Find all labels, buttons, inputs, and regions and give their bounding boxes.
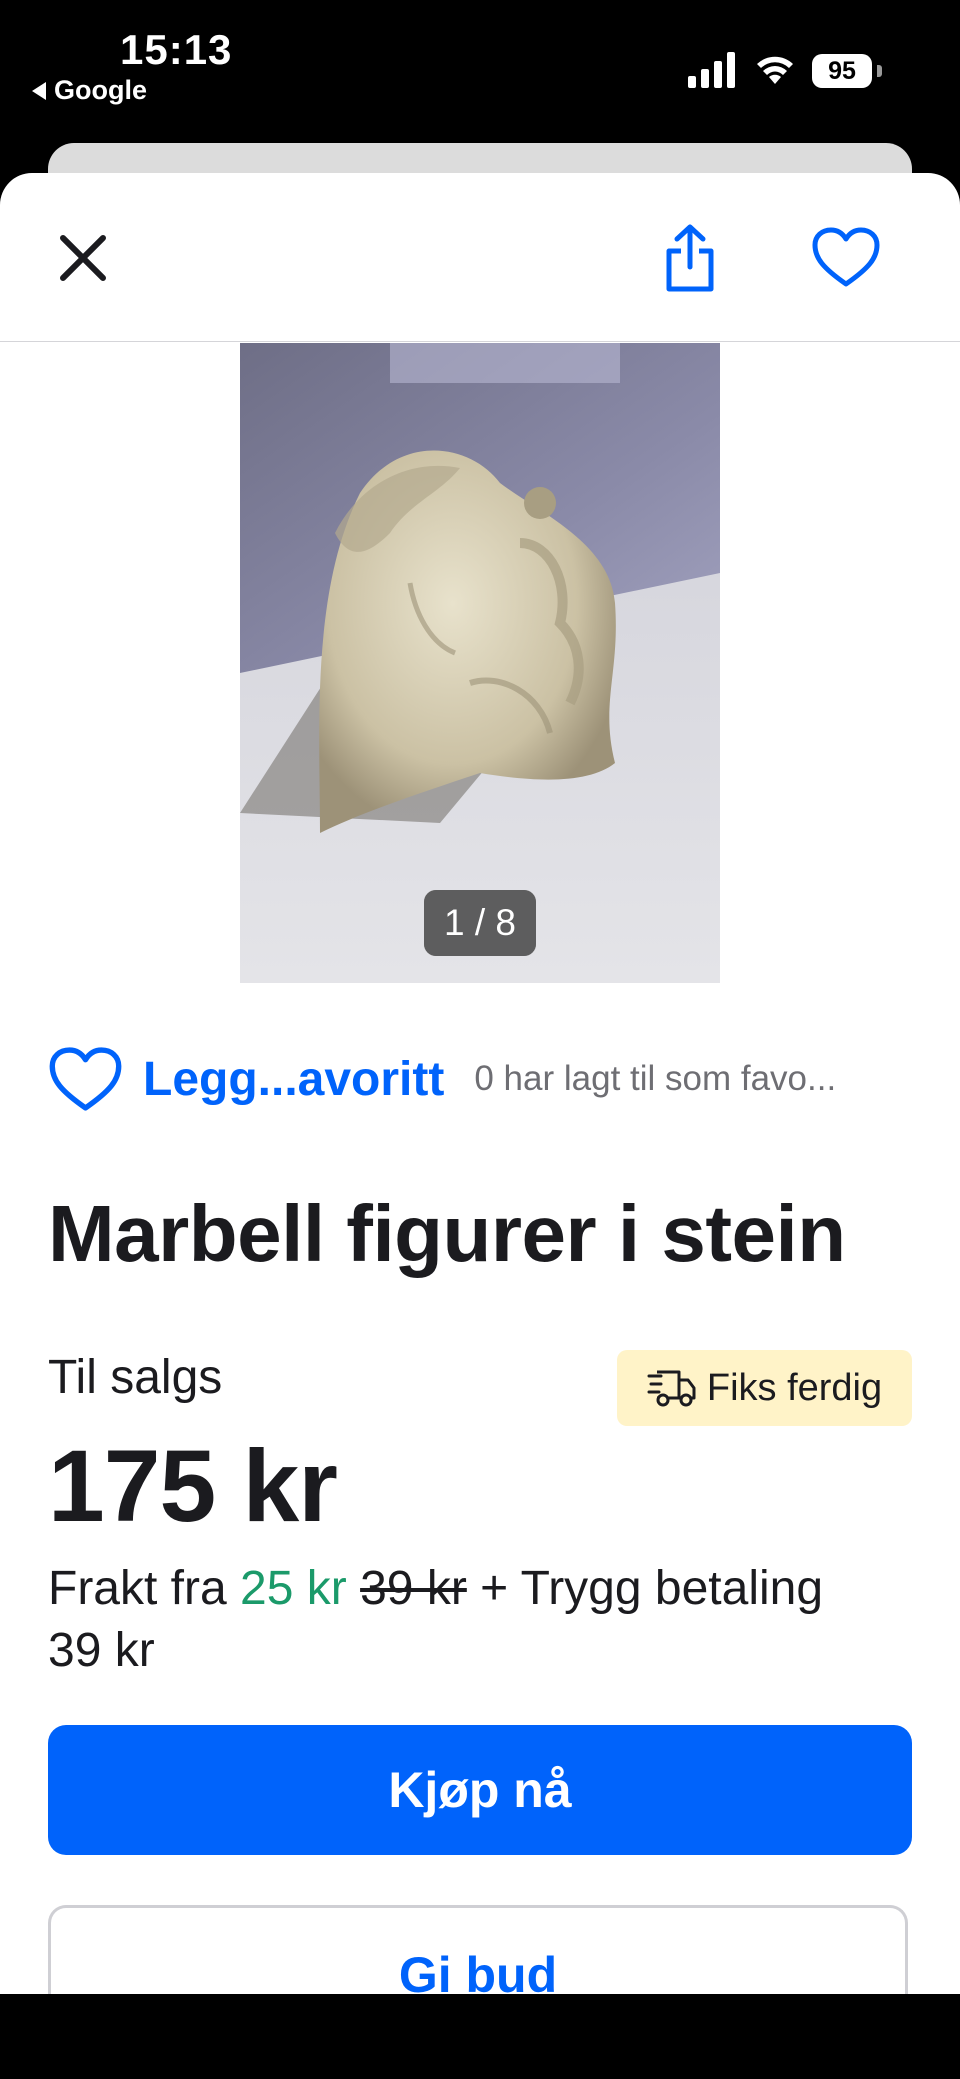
shipping-info: Frakt fra 25 kr 39 kr + Trygg betaling 3… (48, 1558, 888, 1682)
favorite-count-text: 0 har lagt til som favo... (474, 1059, 837, 1098)
bottom-edge (0, 1994, 960, 2079)
close-icon (60, 235, 106, 281)
status-time: 15:13 (120, 26, 233, 73)
badge-label: Fiks ferdig (706, 1366, 883, 1409)
image-gallery[interactable]: 1 / 8 (240, 343, 720, 983)
back-to-app-link[interactable]: Google (32, 75, 147, 106)
fiks-ferdig-badge: Fiks ferdig (617, 1350, 912, 1426)
back-app-label: Google (54, 75, 147, 105)
delivery-truck-icon (647, 1370, 696, 1407)
close-button[interactable] (48, 223, 118, 293)
share-button[interactable] (652, 213, 728, 303)
shipping-old-price: 39 kr (360, 1562, 467, 1615)
sale-status-label: Til salgs (48, 1351, 223, 1404)
heart-icon[interactable] (48, 1044, 123, 1114)
listing-price: 175 kr (48, 1429, 338, 1543)
image-counter: 1 / 8 (424, 890, 536, 956)
shipping-prefix: Frakt fra (48, 1562, 241, 1615)
sheet-toolbar (0, 173, 960, 342)
shipping-price: 25 kr (240, 1562, 347, 1615)
share-icon (666, 224, 714, 292)
listing-sheet: 1 / 8 Legg...avoritt 0 har lagt til som … (0, 173, 960, 2079)
favorite-row: Legg...avoritt 0 har lagt til som favo..… (48, 1039, 928, 1119)
add-favorite-link[interactable]: Legg...avoritt (143, 1052, 444, 1107)
listing-photo (240, 343, 720, 983)
listing-title: Marbell figurer i stein (48, 1189, 846, 1278)
cellular-signal-icon (688, 52, 735, 88)
favorite-toolbar-button[interactable] (806, 219, 886, 295)
status-bar: 15:13 Google 95 (0, 0, 960, 145)
battery-indicator: 95 (812, 54, 882, 88)
buy-now-button[interactable]: Kjøp nå (48, 1725, 912, 1855)
back-arrow-icon (32, 81, 46, 100)
heart-icon (812, 227, 880, 287)
wifi-icon (757, 56, 793, 84)
battery-level: 95 (812, 54, 872, 88)
